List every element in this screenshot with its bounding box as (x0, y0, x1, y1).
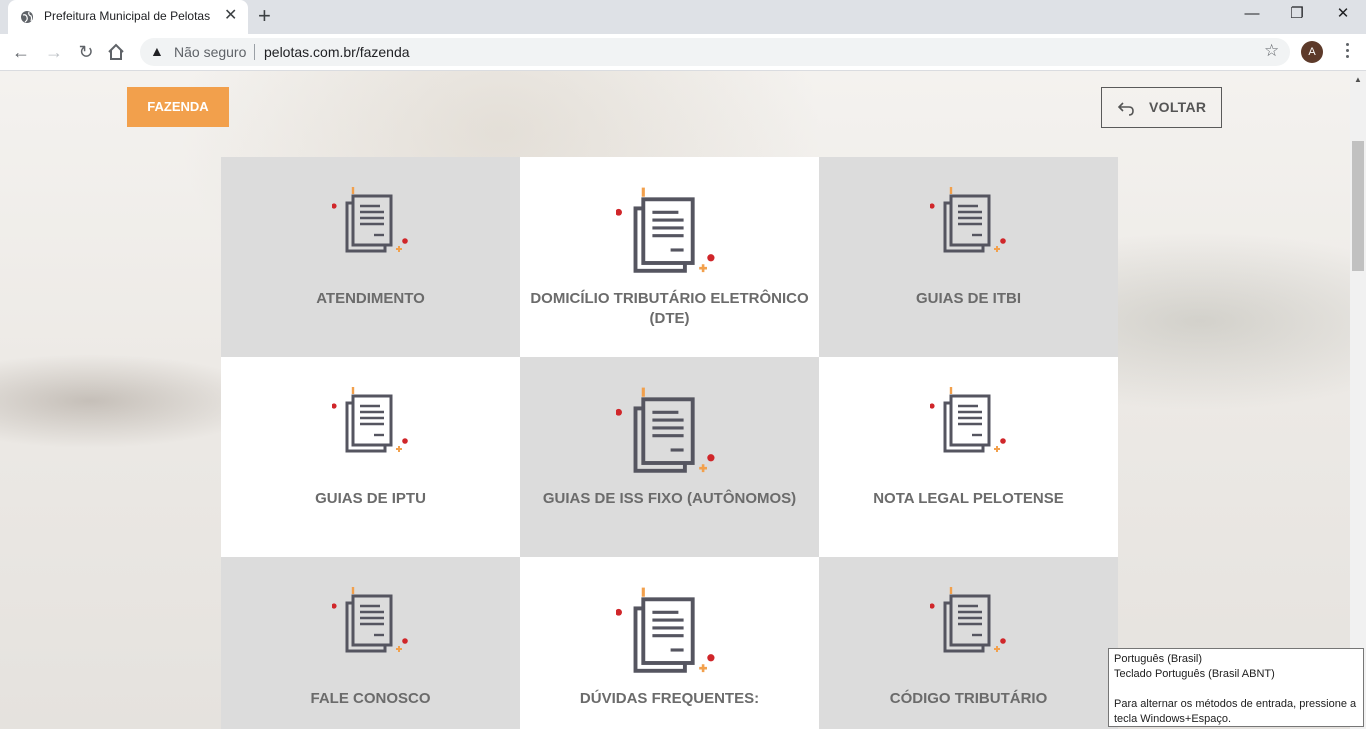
scrollbar-thumb[interactable] (1352, 141, 1364, 271)
document-icon (616, 387, 715, 473)
ime-hint: Para alternar os métodos de entrada, pre… (1114, 698, 1357, 725)
bookmark-star-icon[interactable]: ☆ (1264, 41, 1279, 61)
back-button[interactable]: VOLTAR (1101, 87, 1222, 128)
document-icon (930, 387, 1006, 453)
back-button-label: VOLTAR (1149, 99, 1207, 115)
scrollbar[interactable]: ▲ (1350, 71, 1366, 729)
service-tile[interactable]: GUIAS DE ITBI (819, 157, 1118, 357)
service-tile[interactable]: GUIAS DE ISS FIXO (AUTÔNOMOS) (520, 357, 819, 557)
document-icon (616, 587, 715, 673)
service-tile[interactable]: ATENDIMENTO (221, 157, 520, 357)
menu-icon[interactable] (1340, 40, 1354, 64)
minimize-button[interactable]: — (1229, 0, 1275, 30)
reload-icon[interactable]: ↻ (74, 40, 98, 64)
service-tile-label: DOMICÍLIO TRIBUTÁRIO ELETRÔNICO (DTE) (530, 290, 809, 327)
forward-arrow-icon[interactable]: → (42, 40, 66, 64)
tab-close-icon[interactable]: ✕ (224, 8, 237, 24)
ime-keyboard: Teclado Português (Brasil ABNT) (1114, 668, 1275, 680)
service-tile-label: GUIAS DE ISS FIXO (AUTÔNOMOS) (542, 490, 797, 507)
tab-title: Prefeitura Municipal de Pelotas (44, 9, 211, 23)
service-tile-label: FALE CONOSCO (310, 690, 431, 707)
url-text[interactable]: pelotas.com.br/fazenda (264, 44, 410, 60)
service-tile[interactable]: CÓDIGO TRIBUTÁRIO (819, 557, 1118, 729)
service-tile[interactable]: DOMICÍLIO TRIBUTÁRIO ELETRÔNICO (DTE) (520, 157, 819, 357)
close-window-button[interactable]: ✕ (1320, 0, 1366, 30)
globe-icon (21, 11, 33, 23)
security-label[interactable]: Não seguro (174, 44, 246, 60)
service-tile-label: NOTA LEGAL PELOTENSE (873, 490, 1064, 507)
new-tab-button[interactable]: + (258, 5, 271, 27)
profile-avatar[interactable]: A (1301, 41, 1323, 63)
return-arrow-icon (1117, 102, 1134, 116)
document-icon (332, 387, 408, 453)
divider (254, 44, 255, 60)
service-tile[interactable]: FALE CONOSCO (221, 557, 520, 729)
document-icon (332, 587, 408, 653)
service-tile[interactable]: DÚVIDAS FREQUENTES: (520, 557, 819, 729)
browser-toolbar: ← → ↻ ▲ Não seguro pelotas.com.br/fazend… (0, 34, 1366, 71)
warning-icon[interactable]: ▲ (150, 43, 164, 59)
document-icon (616, 187, 715, 273)
ime-tooltip: Português (Brasil) Teclado Português (Br… (1108, 648, 1364, 727)
service-tile-label: ATENDIMENTO (316, 290, 425, 307)
ime-language: Português (Brasil) (1114, 653, 1203, 665)
service-tile-label: GUIAS DE IPTU (315, 490, 426, 507)
back-arrow-icon[interactable]: ← (9, 40, 33, 64)
document-icon (930, 587, 1006, 653)
scroll-up-icon[interactable]: ▲ (1354, 75, 1362, 84)
browser-tab[interactable]: Prefeitura Municipal de Pelotas ✕ (8, 0, 248, 34)
service-tile-label: CÓDIGO TRIBUTÁRIO (889, 690, 1048, 707)
service-tile[interactable]: NOTA LEGAL PELOTENSE (819, 357, 1118, 557)
service-tile[interactable]: GUIAS DE IPTU (221, 357, 520, 557)
fazenda-button[interactable]: FAZENDA (127, 87, 229, 127)
document-icon (930, 187, 1006, 253)
address-bar[interactable]: ▲ Não seguro pelotas.com.br/fazenda ☆ (140, 38, 1290, 66)
document-icon (332, 187, 408, 253)
home-icon[interactable] (106, 42, 126, 62)
restore-button[interactable]: ❐ (1274, 0, 1320, 30)
service-tile-label: DÚVIDAS FREQUENTES: (579, 690, 760, 707)
tab-strip: Prefeitura Municipal de Pelotas ✕ + — ❐ … (0, 0, 1366, 34)
service-tile-label: GUIAS DE ITBI (915, 290, 1021, 307)
page-content: FAZENDA VOLTAR ATENDIMENTO DOMICÍLIO TRIB… (0, 71, 1350, 729)
